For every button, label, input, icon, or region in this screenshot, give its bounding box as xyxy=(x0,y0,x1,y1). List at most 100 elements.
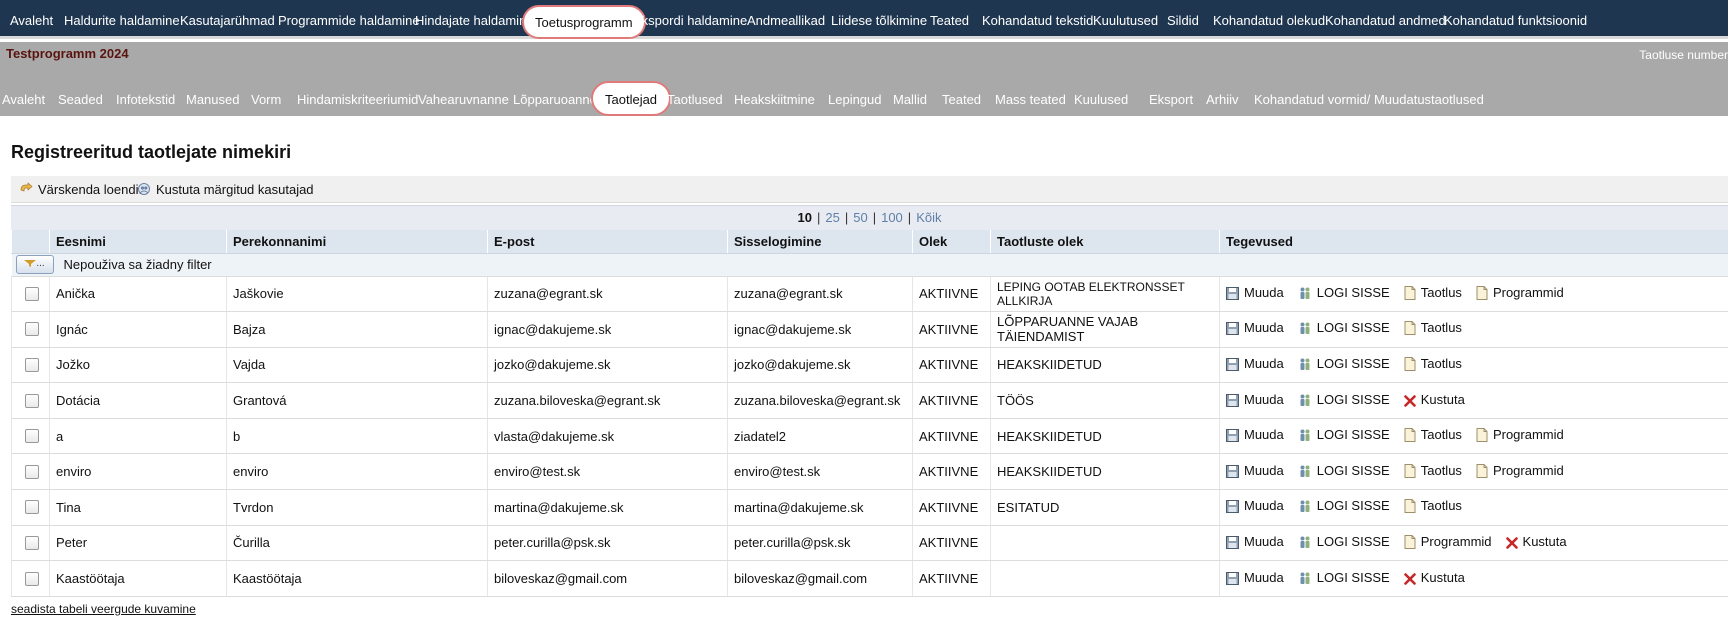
top-nav-item-kohandatud-andmed[interactable]: Kohandatud andmed xyxy=(1325,0,1446,39)
page-size-100[interactable]: 100 xyxy=(881,210,903,225)
programs-action[interactable]: Programmid xyxy=(1476,463,1564,481)
top-nav-item-kohandatud-funktsioonid[interactable]: Kohandatud funktsioonid xyxy=(1444,0,1587,39)
top-nav-item-kohandatud-tekstid[interactable]: Kohandatud tekstid xyxy=(982,0,1093,39)
login-as-action[interactable]: LOGI SISSE xyxy=(1298,463,1390,481)
page-size-all[interactable]: Kõik xyxy=(916,210,941,225)
tab-infotekstid[interactable]: Infotekstid xyxy=(116,64,175,116)
select-cell xyxy=(11,382,50,419)
top-nav-item-haldurite[interactable]: Haldurite haldamine xyxy=(64,0,180,39)
edit-action[interactable]: Muuda xyxy=(1226,285,1284,303)
tab-kuulutused[interactable]: Kuulused xyxy=(1074,64,1128,116)
row-checkbox[interactable] xyxy=(25,286,39,301)
programs-action[interactable]: Programmid xyxy=(1476,285,1564,303)
application-status-text: LÕPPARUANNE VAJAB TÄIENDAMIST xyxy=(997,314,1139,345)
column-header-first-name[interactable]: Eesnimi xyxy=(49,230,227,254)
column-header-application-status[interactable]: Taotluste olek xyxy=(990,230,1220,254)
login-as-action[interactable]: LOGI SISSE xyxy=(1298,285,1390,303)
top-nav-item-toetusprogramm[interactable]: Toetusprogramm xyxy=(522,5,646,39)
tab-avaleht[interactable]: Avaleht xyxy=(2,64,45,116)
tab-teated[interactable]: Teated xyxy=(942,64,981,116)
last-name-cell: Tvrdon xyxy=(226,489,488,526)
delete-action[interactable]: Kustuta xyxy=(1505,534,1567,552)
login-as-action[interactable]: LOGI SISSE xyxy=(1298,570,1390,588)
row-checkbox[interactable] xyxy=(25,429,39,444)
top-nav-item-andmeallikad[interactable]: Andmeallikad xyxy=(747,0,825,39)
top-nav-item-liidese[interactable]: Liidese tõlkimine xyxy=(831,0,927,39)
top-nav-item-kasutajaruhmad[interactable]: Kasutajarühmad xyxy=(180,0,275,39)
row-checkbox[interactable] xyxy=(25,464,39,479)
edit-action[interactable]: Muuda xyxy=(1226,570,1284,588)
application-status-cell: HEAKSKIIDETUD xyxy=(990,418,1220,455)
tab-lopparuanne[interactable]: Lõpparuoanne xyxy=(513,64,597,116)
tab-arhiiv[interactable]: Arhiiv xyxy=(1206,64,1239,116)
row-checkbox[interactable] xyxy=(25,500,39,515)
top-nav-item-hindajate[interactable]: Hindajate haldamine xyxy=(415,0,534,39)
application-action[interactable]: Taotlus xyxy=(1404,498,1462,516)
column-header-login[interactable]: Sisselogimine xyxy=(727,230,913,254)
edit-action[interactable]: Muuda xyxy=(1226,356,1284,374)
application-action[interactable]: Taotlus xyxy=(1404,320,1462,338)
top-nav-item-programmide[interactable]: Programmide haldamine xyxy=(278,0,420,39)
top-nav-item-kohandatud-olekud[interactable]: Kohandatud olekud xyxy=(1213,0,1325,39)
login-cell: jozko@dakujeme.sk xyxy=(727,347,913,384)
tab-eksport[interactable]: Eksport xyxy=(1149,64,1193,116)
page-size-10[interactable]: 10 xyxy=(798,210,812,225)
application-action[interactable]: Taotlus xyxy=(1404,463,1462,481)
top-nav-item-teated[interactable]: Teated xyxy=(930,0,969,39)
row-checkbox[interactable] xyxy=(25,535,39,550)
filter-button[interactable]: ... xyxy=(15,255,54,274)
column-header-email[interactable]: E-post xyxy=(487,230,728,254)
delete-action[interactable]: Kustuta xyxy=(1403,570,1465,588)
actions-cell: Muuda LOGI SISSE Kustuta xyxy=(1219,560,1728,597)
programs-action[interactable]: Programmid xyxy=(1404,534,1492,552)
application-action[interactable]: Taotlus xyxy=(1404,285,1462,303)
tab-hindamiskriteeriumid[interactable]: Hindamiskriteeriumid xyxy=(297,64,418,116)
top-nav-item-sildid[interactable]: Sildid xyxy=(1167,0,1199,39)
login-as-action[interactable]: LOGI SISSE xyxy=(1298,392,1390,410)
save-icon xyxy=(1226,393,1239,410)
tab-mass-teated[interactable]: Mass teated xyxy=(995,64,1066,116)
login-as-action[interactable]: LOGI SISSE xyxy=(1298,534,1390,552)
page-size-25[interactable]: 25 xyxy=(825,210,839,225)
action-label: Muuda xyxy=(1244,533,1284,549)
tab-mallid[interactable]: Mallid xyxy=(893,64,927,116)
row-checkbox[interactable] xyxy=(25,357,39,372)
edit-action[interactable]: Muuda xyxy=(1226,534,1284,552)
edit-action[interactable]: Muuda xyxy=(1226,320,1284,338)
column-header-last-name[interactable]: Perekonnanimi xyxy=(226,230,488,254)
refresh-list-button[interactable]: Värskenda loendit xyxy=(19,181,142,199)
edit-action[interactable]: Muuda xyxy=(1226,498,1284,516)
login-as-action[interactable]: LOGI SISSE xyxy=(1298,356,1390,374)
application-action[interactable]: Taotlus xyxy=(1404,427,1462,445)
application-action[interactable]: Taotlus xyxy=(1404,356,1462,374)
tab-seaded[interactable]: Seaded xyxy=(58,64,103,116)
top-nav-item-kuulutused[interactable]: Kuulutused xyxy=(1093,0,1158,39)
tab-kohandatud-vormid[interactable]: Kohandatud vormid/ Muudatustaotlused xyxy=(1254,64,1484,116)
tab-taotlused[interactable]: Taotlused xyxy=(667,64,723,116)
top-nav-item-avaleht[interactable]: Avaleht xyxy=(10,0,53,39)
tab-lepingud[interactable]: Lepingud xyxy=(828,64,882,116)
edit-action[interactable]: Muuda xyxy=(1226,392,1284,410)
delete-action[interactable]: Kustuta xyxy=(1403,392,1465,410)
page-size-50[interactable]: 50 xyxy=(853,210,867,225)
edit-action[interactable]: Muuda xyxy=(1226,463,1284,481)
tab-manused[interactable]: Manused xyxy=(186,64,239,116)
action-label: LOGI SISSE xyxy=(1316,533,1390,549)
column-header-status[interactable]: Olek xyxy=(912,230,991,254)
row-checkbox[interactable] xyxy=(25,322,39,337)
row-checkbox[interactable] xyxy=(25,571,39,586)
tab-vorm[interactable]: Vorm xyxy=(251,64,281,116)
configure-columns-link[interactable]: seadista tabeli veergude kuvamine xyxy=(11,602,196,616)
row-checkbox[interactable] xyxy=(25,393,39,408)
programs-action[interactable]: Programmid xyxy=(1476,427,1564,445)
top-nav-item-ekspordi[interactable]: Ekspordi haldamine xyxy=(633,0,747,39)
edit-action[interactable]: Muuda xyxy=(1226,427,1284,445)
login-as-action[interactable]: LOGI SISSE xyxy=(1298,498,1390,516)
login-as-action[interactable]: LOGI SISSE xyxy=(1298,427,1390,445)
tab-vahearuanne[interactable]: Vahearuvnanne xyxy=(418,64,509,116)
action-label: Taotlus xyxy=(1420,462,1462,478)
tab-taotlejad[interactable]: Taotlejad xyxy=(591,81,672,116)
delete-selected-users-button[interactable]: Kustuta märgitud kasutajad xyxy=(137,181,314,199)
login-as-action[interactable]: LOGI SISSE xyxy=(1298,320,1390,338)
tab-heakskiitmine[interactable]: Heakskiitmine xyxy=(734,64,815,116)
